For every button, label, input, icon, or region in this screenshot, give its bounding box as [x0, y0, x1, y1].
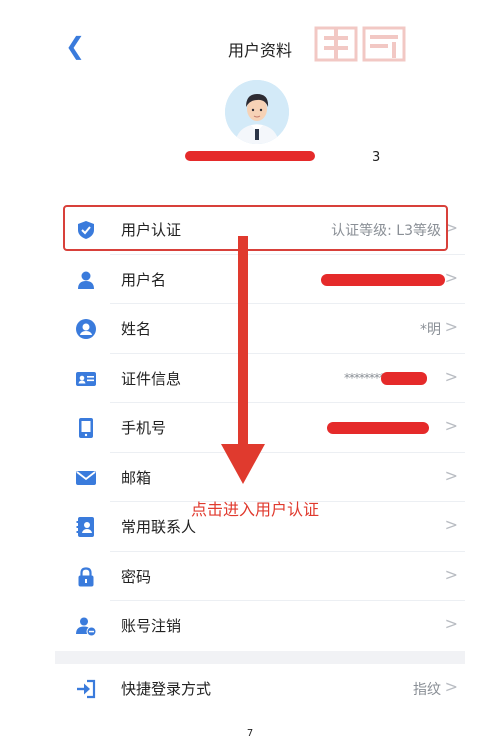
chevron-right-icon: > — [444, 465, 458, 485]
account-remove-icon — [75, 615, 97, 637]
row-label: 用户名 — [121, 270, 167, 289]
chevron-right-icon: > — [444, 614, 458, 633]
chevron-right-icon: > — [444, 515, 458, 534]
watermark-logo — [312, 20, 462, 64]
row-label: 证件信息 — [121, 369, 182, 388]
lock-icon — [75, 566, 97, 588]
profile-name-tail: 3 — [372, 150, 381, 165]
row-password[interactable]: 密码 > — [55, 552, 465, 601]
row-label: 密码 — [121, 567, 152, 586]
row-label: 快捷登录方式 — [121, 679, 212, 698]
contacts-icon — [75, 516, 97, 538]
username-value-redaction — [321, 273, 445, 286]
id-value-redaction — [381, 371, 427, 385]
chevron-right-icon: > — [444, 267, 458, 287]
phone-value-redaction — [327, 422, 429, 434]
row-value: 指纹 — [413, 681, 441, 698]
annotation-text: 点击进入用户认证 — [191, 500, 320, 519]
section-gap — [55, 650, 465, 664]
avatar — [225, 80, 289, 144]
row-account-cancel[interactable]: 账号注销 > — [55, 601, 465, 651]
mail-icon — [75, 467, 97, 489]
chevron-right-icon: > — [444, 676, 458, 696]
row-label: 姓名 — [121, 320, 152, 338]
annotation-arrow-icon — [221, 236, 265, 484]
person-icon — [75, 269, 97, 291]
login-icon — [75, 678, 97, 700]
chevron-right-icon: > — [444, 416, 458, 435]
row-label: 账号注销 — [121, 617, 182, 635]
person-circle-icon — [75, 318, 97, 340]
chevron-right-icon: > — [444, 317, 458, 336]
chevron-right-icon: > — [444, 564, 458, 584]
username-redaction — [185, 151, 315, 161]
row-value: *明 — [420, 322, 441, 338]
row-label: 常用联系人 — [121, 518, 197, 536]
page-number: 7 — [246, 728, 254, 739]
chevron-right-icon: > — [444, 366, 458, 386]
row-label: 手机号 — [121, 419, 167, 437]
row-label: 邮箱 — [121, 468, 152, 487]
id-card-icon — [75, 368, 97, 390]
avatar-icon — [225, 80, 289, 144]
phone-icon — [75, 417, 97, 439]
row-quick-login[interactable]: 快捷登录方式 指纹 > — [55, 664, 465, 714]
